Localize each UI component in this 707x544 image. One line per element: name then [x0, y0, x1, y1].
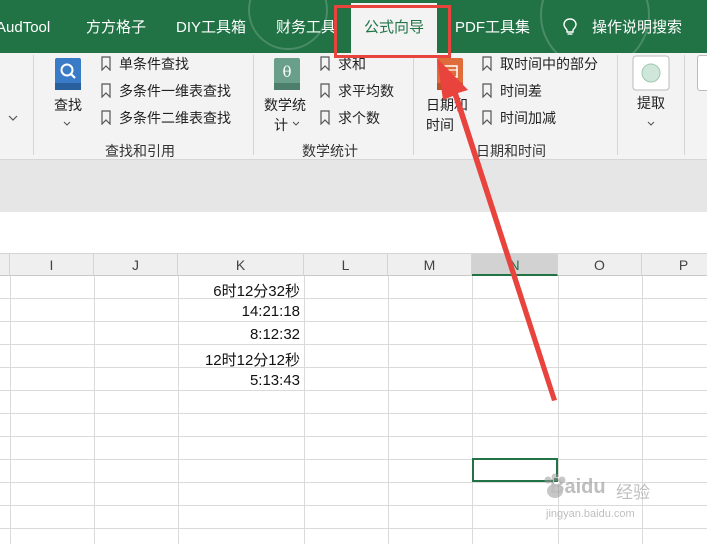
excel-window: AudTool 方方格子 DIY工具箱 财务工具 公式向导 PDF工具集 操作说… — [0, 0, 707, 544]
baidu-watermark: Baidu 经验 jingyan.baidu.com — [540, 470, 700, 530]
watermark-url: jingyan.baidu.com — [546, 508, 635, 520]
watermark-brand: Baidu — [550, 476, 606, 498]
annotation-arrow — [437, 58, 557, 401]
watermark-brand-suffix: 经验 — [616, 483, 650, 502]
